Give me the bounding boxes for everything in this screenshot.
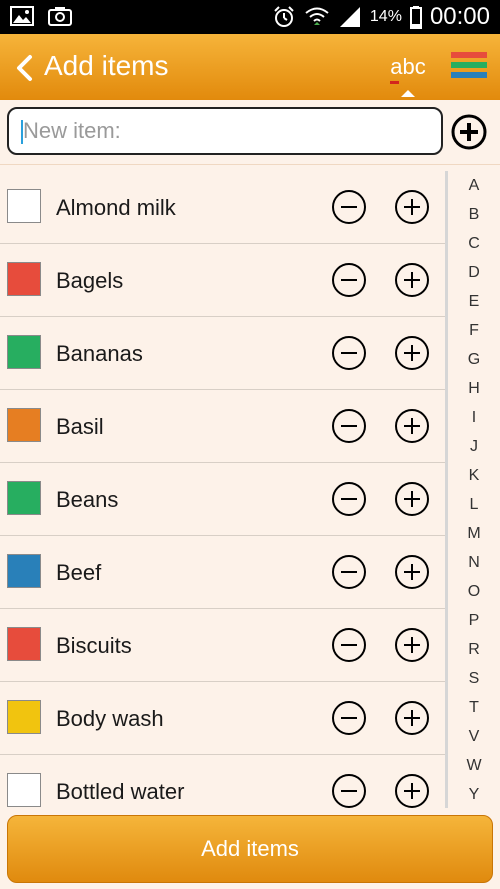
index-letter[interactable]: R [448,635,500,664]
sort-underline [390,81,399,84]
plus-circle-icon[interactable] [394,627,430,663]
new-item-bar [0,100,500,165]
signal-icon [339,7,360,27]
text-cursor [21,120,23,144]
item-name: Body wash [56,706,164,731]
index-letter[interactable]: C [448,229,500,258]
list-item[interactable]: Beans [0,463,446,536]
new-item-input[interactable] [7,107,443,155]
list-item[interactable]: Body wash [0,682,446,755]
index-letter[interactable]: D [448,258,500,287]
sort-label: abc [390,54,426,79]
index-letter[interactable]: J [448,432,500,461]
minus-circle-icon[interactable] [331,481,367,517]
index-letter[interactable]: W [448,751,500,780]
color-swatch[interactable] [7,262,41,296]
color-swatch[interactable] [7,773,41,807]
page-title: Add items [44,50,169,81]
status-bar: 14% 00:00 [0,0,500,34]
list-item[interactable]: Bottled water [0,755,446,808]
item-name: Basil [56,414,104,439]
index-letter[interactable]: N [448,548,500,577]
minus-circle-icon[interactable] [331,700,367,736]
minus-circle-icon[interactable] [331,773,367,808]
item-name: Bagels [56,268,124,293]
footer-bar: Add items [0,808,500,889]
item-list[interactable]: Almond milk Bagels Bananas Basil Beans B… [0,171,446,808]
item-name: Biscuits [56,633,132,658]
add-items-button[interactable]: Add items [7,815,493,883]
status-notifications [10,6,72,26]
plus-circle-icon[interactable] [394,554,430,590]
action-bar: Add items abc [0,34,500,101]
sort-toggle[interactable]: abc [388,54,428,98]
minus-circle-icon[interactable] [331,189,367,225]
color-swatch[interactable] [7,554,41,588]
status-system: 14% 00:00 [272,2,490,32]
plus-circle-icon[interactable] [394,189,430,225]
item-name: Beef [56,560,102,585]
index-letter[interactable]: K [448,461,500,490]
index-letter[interactable]: I [448,403,500,432]
color-swatch[interactable] [7,700,41,734]
item-name: Beans [56,487,119,512]
clock: 00:00 [429,3,490,30]
index-letter[interactable]: E [448,287,500,316]
list-item[interactable]: Bagels [0,244,446,317]
list-item[interactable]: Biscuits [0,609,446,682]
minus-circle-icon[interactable] [331,408,367,444]
camera-icon [48,7,72,26]
plus-circle-icon[interactable] [394,700,430,736]
index-letter[interactable]: P [448,606,500,635]
plus-circle-icon[interactable] [394,262,430,298]
add-item-plus-icon[interactable] [451,114,487,150]
list-item[interactable]: Bananas [0,317,446,390]
list-item[interactable]: Beef [0,536,446,609]
index-letter[interactable]: Y [448,780,500,809]
plus-circle-icon[interactable] [394,773,430,808]
index-letter[interactable]: L [448,490,500,519]
color-swatch[interactable] [7,189,41,223]
index-letter[interactable]: A [448,171,500,200]
plus-circle-icon[interactable] [394,335,430,371]
minus-circle-icon[interactable] [331,554,367,590]
item-name: Almond milk [56,195,176,220]
minus-circle-icon[interactable] [331,262,367,298]
color-swatch[interactable] [7,627,41,661]
index-letter[interactable]: M [448,519,500,548]
back-chevron-icon[interactable] [12,54,36,82]
index-letter[interactable]: H [448,374,500,403]
index-letter[interactable]: V [448,722,500,751]
minus-circle-icon[interactable] [331,335,367,371]
battery-icon [409,6,422,29]
index-letter[interactable]: B [448,200,500,229]
minus-circle-icon[interactable] [331,627,367,663]
plus-circle-icon[interactable] [394,408,430,444]
index-letter[interactable]: S [448,664,500,693]
item-name: Bottled water [56,779,185,804]
plus-circle-icon[interactable] [394,481,430,517]
list-stripe [451,72,487,78]
alphabet-index[interactable]: A B C D E F G H I J K L M N O P R S T V … [448,171,500,808]
index-letter[interactable]: F [448,316,500,345]
index-letter[interactable]: O [448,577,500,606]
list-stripe [451,62,487,68]
color-swatch[interactable] [7,481,41,515]
sort-indicator [401,90,415,97]
list-item[interactable]: Almond milk [0,171,446,244]
image-icon [10,6,34,26]
color-swatch[interactable] [7,408,41,442]
color-swatch[interactable] [7,335,41,369]
list-item[interactable]: Basil [0,390,446,463]
index-letter[interactable]: G [448,345,500,374]
item-name: Bananas [56,341,143,366]
wifi-icon [305,7,329,25]
battery-percentage: 14% [369,8,402,25]
index-letter[interactable]: T [448,693,500,722]
list-stripe [451,52,487,58]
list-menu-icon[interactable] [451,52,487,82]
alarm-icon [274,6,294,27]
